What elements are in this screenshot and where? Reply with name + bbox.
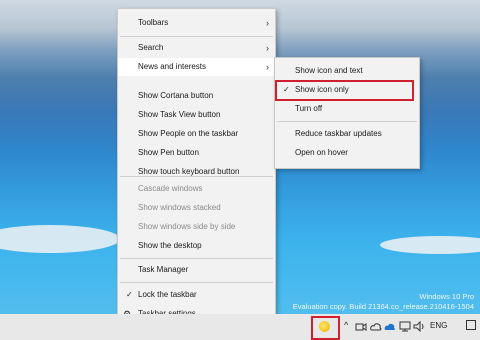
menu-item-label: Show icon and text: [295, 66, 363, 75]
onedrive-cloud-icon[interactable]: [370, 322, 382, 332]
evaluation-watermark: Windows 10 Pro Evaluation copy. Build 21…: [293, 292, 474, 312]
menu-item-cascade-windows: Cascade windows: [118, 180, 275, 198]
menu-item-label: Show Cortana button: [138, 91, 214, 100]
menu-item-label: Search: [138, 43, 164, 52]
menu-item-label: Open on hover: [295, 148, 348, 157]
menu-item-task-manager[interactable]: Task Manager: [118, 261, 275, 279]
menu-item-label: Show Task View button: [138, 110, 221, 119]
menu-separator: [277, 121, 417, 122]
menu-item-news-and-interests[interactable]: News and interests ›: [118, 58, 275, 76]
menu-item-show-task-view[interactable]: Show Task View button: [118, 106, 275, 124]
menu-item-label: Lock the taskbar: [138, 290, 197, 299]
chevron-right-icon: ›: [266, 62, 269, 72]
snow-patch: [380, 236, 480, 254]
menu-item-label: Task Manager: [138, 265, 189, 274]
menu-separator: [120, 176, 273, 177]
menu-separator: [120, 36, 273, 37]
input-language-indicator[interactable]: ENG: [430, 321, 447, 330]
onedrive-blue-cloud-icon[interactable]: [384, 322, 396, 332]
taskbar-context-menu: Toolbars › Search › News and interests ›…: [117, 8, 276, 328]
submenu-item-turn-off[interactable]: Turn off: [275, 100, 419, 118]
menu-item-label: Show Pen button: [138, 148, 199, 157]
watermark-build: Evaluation copy. Build 21364.co_release.…: [292, 302, 474, 311]
menu-item-label: Show windows side by side: [138, 222, 236, 231]
menu-item-label: Turn off: [295, 104, 323, 113]
menu-item-label: Show windows stacked: [138, 203, 221, 212]
submenu-item-reduce-taskbar-updates[interactable]: Reduce taskbar updates: [275, 125, 419, 143]
menu-item-show-pen[interactable]: Show Pen button: [118, 144, 275, 162]
menu-item-label: Show the desktop: [138, 241, 202, 250]
checkmark-icon: ✓: [126, 290, 133, 299]
chevron-right-icon: ›: [266, 43, 269, 53]
menu-item-show-cortana[interactable]: Show Cortana button: [118, 87, 275, 105]
menu-item-show-desktop[interactable]: Show the desktop: [118, 237, 275, 255]
snow-patch: [0, 225, 120, 253]
chevron-up-icon[interactable]: ^: [344, 320, 348, 330]
watermark-edition: Windows 10 Pro: [419, 292, 474, 301]
notification-center-icon[interactable]: [466, 320, 476, 330]
news-interests-submenu: Show icon and text ✓ Show icon only Turn…: [274, 57, 420, 169]
menu-item-label: Cascade windows: [138, 184, 203, 193]
chevron-right-icon: ›: [266, 18, 269, 28]
submenu-item-open-on-hover[interactable]: Open on hover: [275, 144, 419, 162]
submenu-item-show-icon-and-text[interactable]: Show icon and text: [275, 62, 419, 80]
menu-separator: [120, 282, 273, 283]
menu-item-label: Show touch keyboard button: [138, 167, 240, 176]
menu-item-label: News and interests: [138, 62, 207, 71]
menu-separator: [120, 258, 273, 259]
menu-item-search[interactable]: Search ›: [118, 39, 275, 57]
menu-item-side-by-side: Show windows side by side: [118, 218, 275, 236]
volume-icon[interactable]: [413, 321, 425, 332]
menu-item-label: Reduce taskbar updates: [295, 129, 382, 138]
menu-item-label: Toolbars: [138, 18, 169, 27]
highlight-box: [275, 80, 414, 101]
network-icon[interactable]: [399, 321, 411, 332]
menu-item-lock-taskbar[interactable]: ✓ Lock the taskbar: [118, 286, 275, 304]
menu-item-windows-stacked: Show windows stacked: [118, 199, 275, 217]
menu-item-show-people[interactable]: Show People on the taskbar: [118, 125, 275, 143]
highlight-box: [311, 316, 340, 340]
menu-item-label: Show People on the taskbar: [138, 129, 239, 138]
menu-item-toolbars[interactable]: Toolbars ›: [118, 14, 275, 32]
meet-now-icon[interactable]: [355, 322, 367, 332]
menu-item-show-touch-keyboard[interactable]: Show touch keyboard button: [118, 163, 275, 181]
